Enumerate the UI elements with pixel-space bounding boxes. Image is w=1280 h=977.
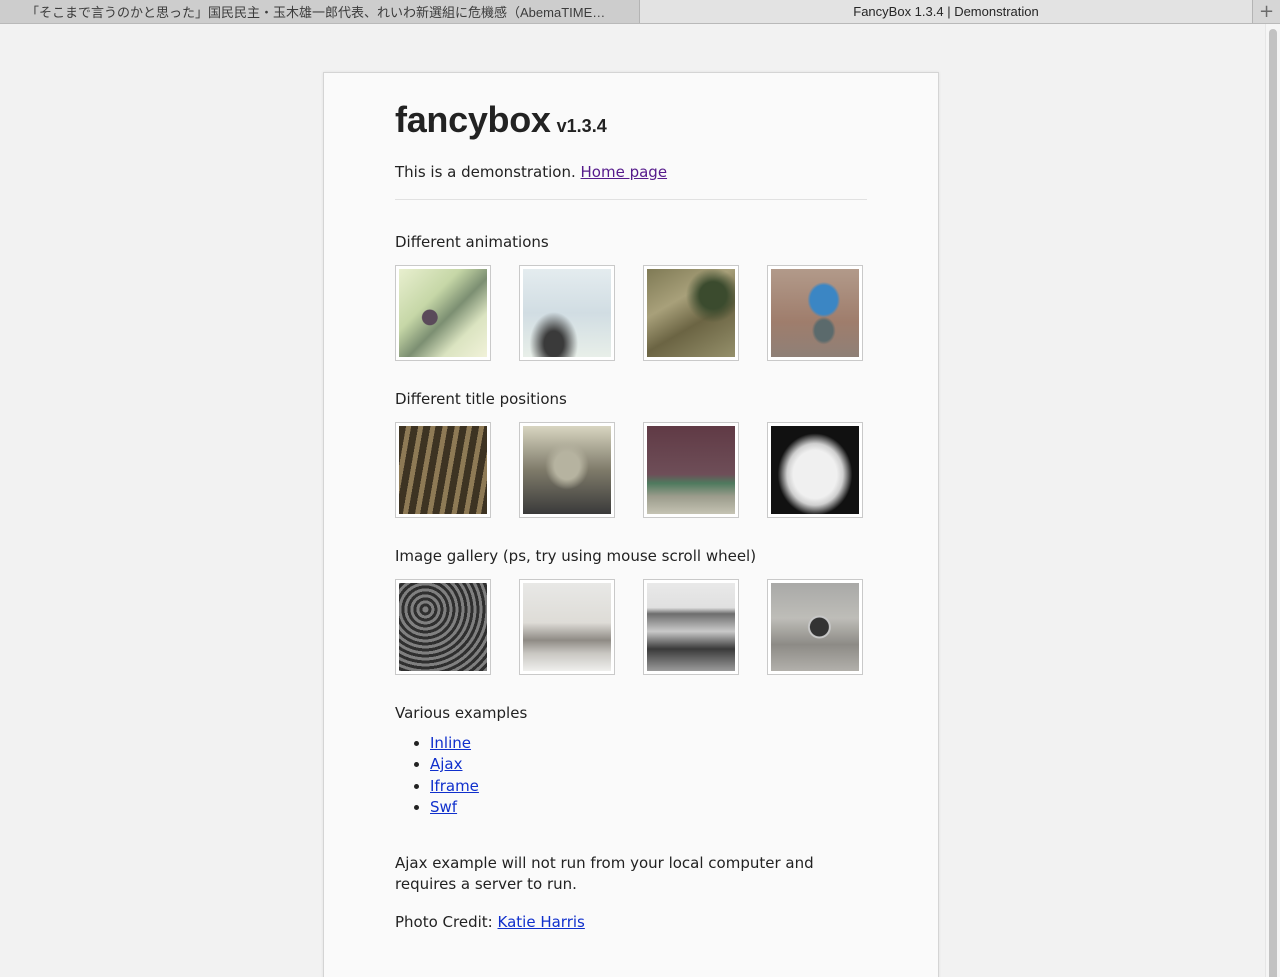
thumbnail-7[interactable]	[643, 422, 739, 518]
section-heading-animations: Different animations	[395, 233, 549, 251]
tab-fancybox-demo[interactable]: FancyBox 1.3.4 | Demonstration	[640, 0, 1252, 23]
tab-label: 「そこまで言うのかと思った」国民民主・玉木雄一郎代表、れいわ新選組に危機感（Ab…	[26, 5, 639, 20]
thumbnail-2[interactable]	[519, 265, 615, 361]
thumbnail-11[interactable]	[643, 579, 739, 675]
title-text: fancybox	[395, 99, 551, 140]
photo-credit: Photo Credit: Katie Harris	[395, 913, 585, 931]
ajax-note: Ajax example will not run from your loca…	[395, 854, 814, 893]
thumbnail-10[interactable]	[519, 579, 615, 675]
intro-text: This is a demonstration.	[395, 163, 576, 181]
thumbnail-12[interactable]	[767, 579, 863, 675]
tab-label: FancyBox 1.3.4 | Demonstration	[853, 4, 1039, 19]
section-heading-title-positions: Different title positions	[395, 390, 567, 408]
divider	[395, 199, 867, 200]
demo-panel: fancybox v1.3.4 This is a demonstration. …	[323, 72, 939, 977]
photo-image	[523, 269, 611, 357]
photo-image	[523, 426, 611, 514]
page-title: fancybox v1.3.4	[395, 99, 607, 141]
thumbnail-4[interactable]	[767, 265, 863, 361]
photo-image	[399, 583, 487, 671]
tab-yahoo-news[interactable]: 「そこまで言うのかと思った」国民民主・玉木雄一郎代表、れいわ新選組に危機感（Ab…	[0, 0, 640, 23]
photo-image	[647, 426, 735, 514]
thumbnail-9[interactable]	[395, 579, 491, 675]
iframe-example-link[interactable]: Iframe	[430, 777, 479, 795]
photo-image	[399, 426, 487, 514]
credit-label: Photo Credit:	[395, 913, 493, 931]
photo-image	[771, 583, 859, 671]
scrollbar-thumb[interactable]	[1269, 29, 1277, 977]
section-heading-various: Various examples	[395, 704, 528, 722]
examples-list: Inline Ajax Iframe Swf	[430, 733, 479, 818]
photo-image	[523, 583, 611, 671]
list-item: Inline	[430, 733, 479, 754]
home-page-link[interactable]: Home page	[581, 163, 668, 181]
photo-image	[771, 269, 859, 357]
vertical-scrollbar[interactable]	[1265, 24, 1280, 977]
list-item: Swf	[430, 797, 479, 818]
photo-image	[771, 426, 859, 514]
photo-image	[399, 269, 487, 357]
katie-harris-link[interactable]: Katie Harris	[498, 913, 585, 931]
new-tab-button[interactable]: +	[1252, 0, 1280, 23]
inline-example-link[interactable]: Inline	[430, 734, 471, 752]
tab-bar: 「そこまで言うのかと思った」国民民主・玉木雄一郎代表、れいわ新選組に危機感（Ab…	[0, 0, 1280, 24]
list-item: Iframe	[430, 776, 479, 797]
thumbnail-1[interactable]	[395, 265, 491, 361]
thumbnail-6[interactable]	[519, 422, 615, 518]
title-positions-thumbnails	[395, 422, 867, 518]
version-label: v1.3.4	[556, 116, 607, 136]
list-item: Ajax	[430, 754, 479, 775]
photo-image	[647, 583, 735, 671]
thumbnail-3[interactable]	[643, 265, 739, 361]
section-heading-gallery: Image gallery (ps, try using mouse scrol…	[395, 547, 757, 565]
gallery-thumbnails	[395, 579, 867, 675]
swf-example-link[interactable]: Swf	[430, 798, 457, 816]
ajax-example-link[interactable]: Ajax	[430, 755, 463, 773]
plus-icon: +	[1258, 1, 1275, 22]
thumbnail-8[interactable]	[767, 422, 863, 518]
photo-image	[647, 269, 735, 357]
intro-line: This is a demonstration. Home page	[395, 163, 667, 181]
animations-thumbnails	[395, 265, 867, 361]
thumbnail-5[interactable]	[395, 422, 491, 518]
